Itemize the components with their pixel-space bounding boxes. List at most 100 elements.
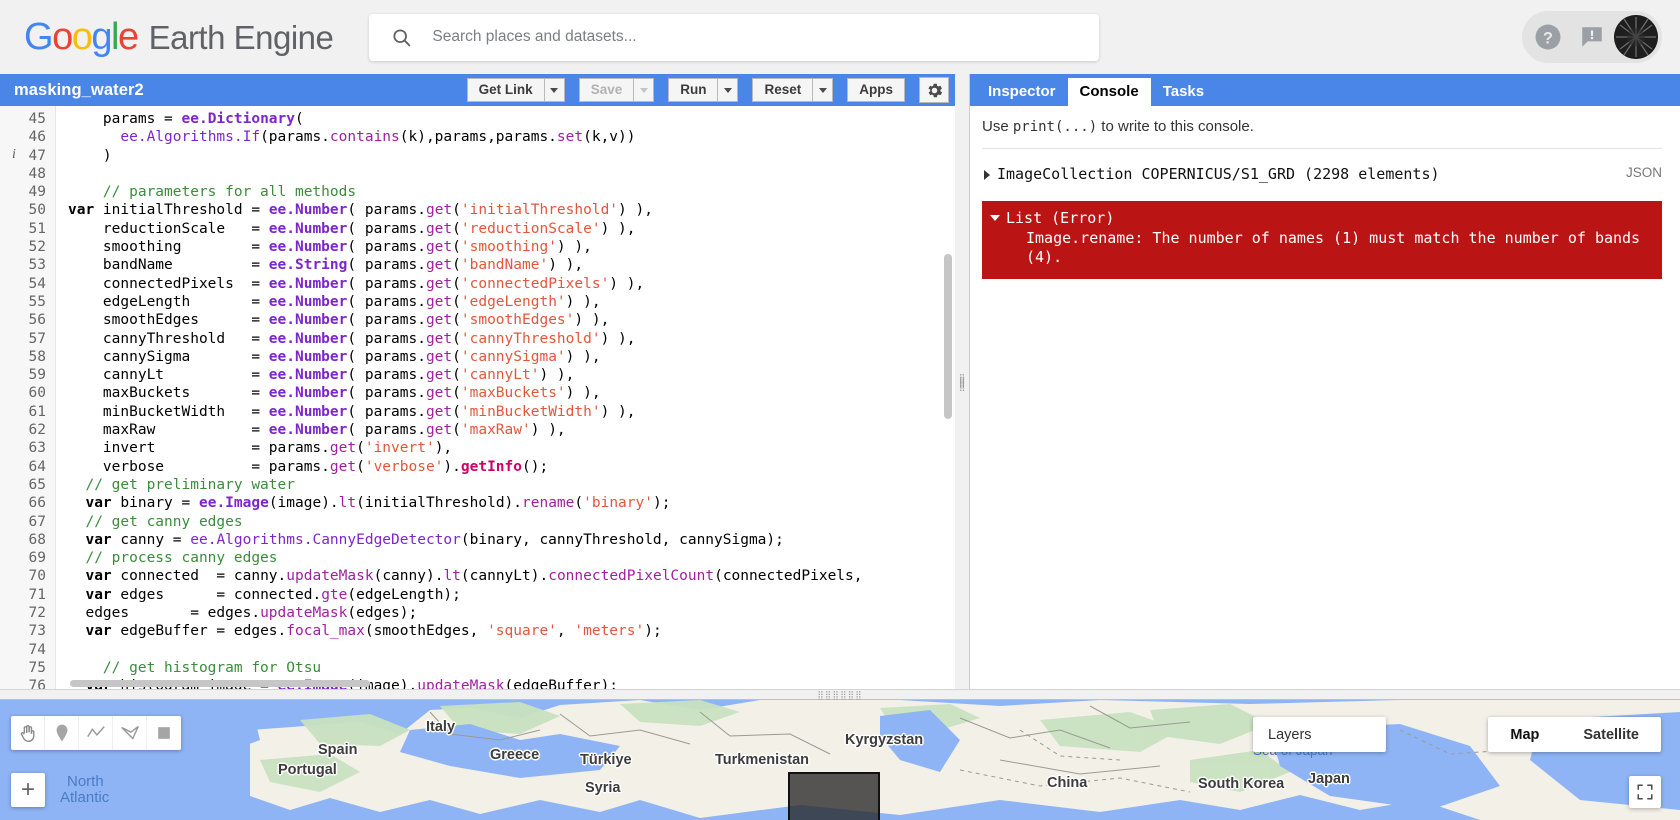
run-button[interactable]: Run (668, 78, 719, 102)
code-token: (canny). (373, 568, 444, 585)
code-vertical-scrollbar[interactable] (944, 254, 952, 419)
search-input[interactable] (432, 28, 1100, 46)
tab-inspector[interactable]: Inspector (976, 78, 1068, 106)
get-link-dropdown-caret[interactable] (544, 78, 565, 102)
code-line[interactable] (68, 641, 955, 659)
code-line[interactable]: cannySigma = ee.Number( params.get('cann… (68, 348, 955, 366)
vertical-splitter[interactable]: ⣿ ⣿ ⣿ (955, 74, 969, 689)
console-tab-bar: Inspector Console Tasks (970, 74, 1680, 106)
code-line[interactable]: // parameters for all methods (68, 183, 955, 201)
reset-dropdown-caret[interactable] (813, 78, 834, 102)
layers-button[interactable]: Layers (1253, 717, 1386, 752)
tab-console[interactable]: Console (1067, 78, 1151, 106)
code-area[interactable]: 45 46 i 47 48 49 50 51 52 53 54 55 56 57 58 59 60 61 62 63 6… (0, 106, 955, 689)
code-token: updateMask (286, 568, 374, 585)
code-token: 'binary' (583, 495, 653, 512)
code-token: 'maxBuckets' (460, 385, 566, 402)
code-token: ee.Number (268, 330, 348, 347)
code-line[interactable]: maxBuckets = ee.Number( params.get('maxB… (68, 384, 955, 402)
code-line[interactable]: var edgeBuffer = edges.focal_max(smoothE… (68, 622, 955, 640)
reset-button[interactable]: Reset (752, 78, 814, 102)
console-error-box[interactable]: List (Error) Image.rename: The number of… (982, 201, 1662, 279)
apps-button[interactable]: Apps (847, 78, 905, 102)
marker-pin-icon[interactable] (45, 716, 79, 750)
code-line[interactable]: bandName = ee.String( params.get('bandNa… (68, 256, 955, 274)
save-dropdown-caret[interactable] (634, 78, 655, 102)
code-line[interactable]: ee.Algorithms.If(params.contains(k),para… (68, 128, 955, 146)
splitter-grip-horizontal: ⣿⣿⣿⣿⣿⣿ (817, 689, 863, 700)
code-token: cannySigma = (68, 348, 269, 365)
code-line[interactable]: maxRaw = ee.Number( params.get('maxRaw')… (68, 421, 955, 439)
code-token: focal_max (286, 623, 365, 640)
code-line[interactable]: // get canny edges (68, 513, 955, 531)
code-line[interactable]: edges = edges.updateMask(edges); (68, 604, 955, 622)
code-token: get (425, 275, 453, 292)
tab-tasks[interactable]: Tasks (1151, 78, 1216, 106)
code-line[interactable]: cannyLt = ee.Number( params.get('cannyLt… (68, 366, 955, 384)
code-token: get (425, 348, 453, 365)
chevron-down-icon[interactable] (990, 215, 1000, 221)
code-line[interactable]: params = ee.Dictionary( (68, 110, 955, 128)
code-line[interactable]: smoothEdges = ee.Number( params.get('smo… (68, 311, 955, 329)
code-token: // get histogram for Otsu (102, 659, 322, 676)
line-number: 52 (28, 239, 46, 256)
map-viewport[interactable]: Italy Spain Greece Türkiye Portugal Turkmenis… (0, 700, 1680, 820)
aoi-rectangle-overlay[interactable] (788, 772, 880, 820)
rectangle-icon[interactable] (147, 716, 181, 750)
zoom-in-button[interactable]: + (11, 773, 45, 807)
code-line[interactable]: verbose = params.get('verbose').getInfo(… (68, 458, 955, 476)
code-token: // get preliminary water (68, 476, 295, 493)
chevron-right-icon[interactable] (984, 170, 990, 180)
code-line[interactable]: var initialThreshold = ee.Number( params… (68, 201, 955, 219)
help-circle-icon[interactable]: ? (1526, 15, 1570, 59)
code-token: ee.Number (268, 367, 348, 384)
app-header: Google Earth Engine ? (0, 0, 1680, 74)
map-type-map[interactable]: Map (1488, 717, 1561, 752)
polyline-icon[interactable] (79, 716, 113, 750)
map-type-satellite[interactable]: Satellite (1561, 717, 1661, 752)
line-number: 53 (28, 257, 46, 274)
gear-icon[interactable] (919, 77, 949, 103)
search-bar[interactable] (369, 13, 1100, 61)
code-line[interactable]: connectedPixels = ee.Number( params.get(… (68, 275, 955, 293)
code-line[interactable]: invert = params.get('invert'), (68, 439, 955, 457)
code-line[interactable]: // process canny edges (68, 549, 955, 567)
get-link-button[interactable]: Get Link (466, 78, 545, 102)
feedback-icon[interactable] (1570, 15, 1614, 59)
code-line[interactable] (68, 165, 955, 183)
code-token: ( (452, 293, 461, 310)
code-line[interactable]: cannyThreshold = ee.Number( params.get('… (68, 330, 955, 348)
code-text[interactable]: params = ee.Dictionary( ee.Algorithms.If… (56, 106, 955, 689)
code-line[interactable]: // get histogram for Otsu (68, 659, 955, 677)
console-result-row[interactable]: ImageCollection COPERNICUS/S1_GRD (2298 … (982, 148, 1662, 191)
code-line[interactable]: ) (68, 147, 955, 165)
code-token: get (425, 220, 453, 237)
code-line[interactable]: reductionScale = ee.Number( params.get('… (68, 220, 955, 238)
horizontal-splitter[interactable]: ⣿⣿⣿⣿⣿⣿ (0, 689, 1680, 700)
code-token: 'invert' (364, 440, 435, 457)
code-token: ) ), (600, 220, 636, 237)
code-line[interactable]: var connected = canny.updateMask(canny).… (68, 567, 955, 585)
info-marker-icon[interactable]: i (12, 146, 16, 164)
fullscreen-icon[interactable] (1629, 776, 1661, 808)
json-link[interactable]: JSON (1626, 165, 1662, 180)
code-line[interactable]: edgeLength = ee.Number( params.get('edge… (68, 293, 955, 311)
code-line[interactable]: var binary = ee.Image(image).lt(initialT… (68, 494, 955, 512)
polygon-icon[interactable] (113, 716, 147, 750)
code-line[interactable]: minBucketWidth = ee.Number( params.get('… (68, 403, 955, 421)
code-token: ( params. (347, 330, 426, 347)
code-token: ( (452, 330, 461, 347)
code-line[interactable]: smoothing = ee.Number( params.get('smoot… (68, 238, 955, 256)
code-line[interactable]: var edges = connected.gte(edgeLength); (68, 586, 955, 604)
pan-hand-icon[interactable] (11, 716, 45, 750)
code-horizontal-scrollbar[interactable] (70, 680, 370, 687)
code-token: initialThreshold = (94, 202, 269, 219)
code-line[interactable]: var canny = ee.Algorithms.CannyEdgeDetec… (68, 531, 955, 549)
code-line[interactable]: // get preliminary water (68, 476, 955, 494)
user-avatar[interactable] (1614, 15, 1658, 59)
save-button[interactable]: Save (578, 78, 635, 102)
run-dropdown-caret[interactable] (718, 78, 739, 102)
code-token: ( (574, 495, 584, 512)
